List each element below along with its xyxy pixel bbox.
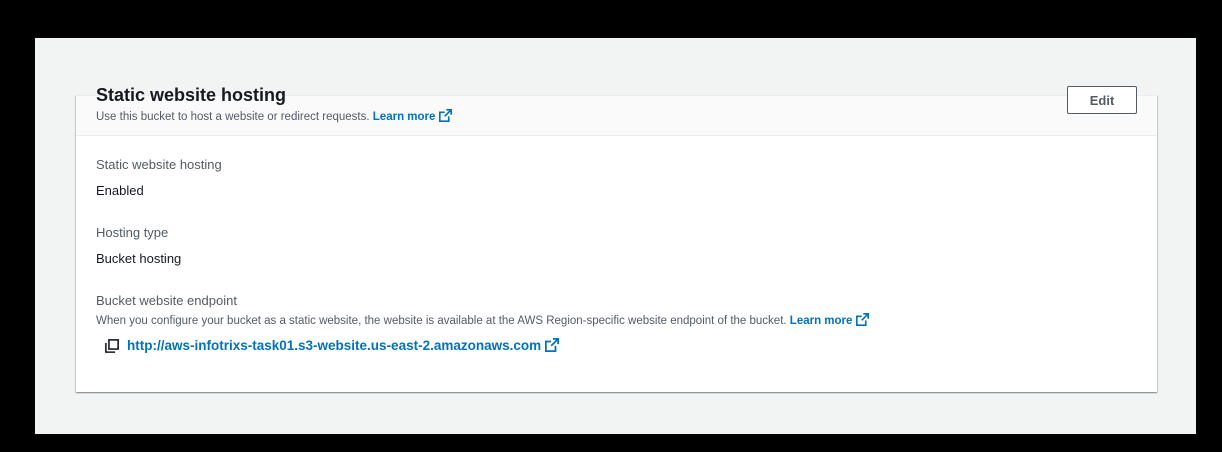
- copy-icon[interactable]: [105, 338, 119, 353]
- panel-header-content: Static website hosting Use this bucket t…: [76, 85, 1157, 136]
- field-value-hosting-type: Bucket hosting: [96, 251, 182, 266]
- endpoint-url-link[interactable]: http://aws-infotrixs-task01.s3-website.u…: [127, 338, 560, 353]
- panel-title: Static website hosting: [96, 85, 287, 105]
- learn-more-link[interactable]: Learn more: [372, 109, 453, 123]
- panel-description: Use this bucket to host a website or red…: [96, 109, 453, 125]
- endpoint-row: http://aws-infotrixs-task01.s3-website.u…: [96, 338, 869, 353]
- endpoint-description-text: When you configure your bucket as a stat…: [96, 315, 787, 327]
- static-website-hosting-panel: Static website hosting Use this bucket t…: [76, 85, 1157, 392]
- external-link-icon: [439, 109, 453, 122]
- field-bucket-website-endpoint: Bucket website endpoint When you configu…: [96, 292, 870, 353]
- endpoint-learn-more-label: Learn more: [789, 315, 853, 327]
- field-label-static-website-hosting: Static website hosting: [96, 157, 222, 172]
- field-label-bucket-website-endpoint: Bucket website endpoint: [96, 293, 237, 308]
- panel-description-text: Use this bucket to host a website or red…: [96, 111, 370, 123]
- field-description-bucket-website-endpoint: When you configure your bucket as a stat…: [96, 313, 870, 329]
- field-value-static-website-hosting: Enabled: [96, 183, 144, 198]
- external-link-icon: [856, 313, 870, 326]
- external-link-icon: [545, 338, 560, 352]
- field-static-website-hosting: Static website hosting Enabled: [96, 156, 222, 200]
- field-hosting-type: Hosting type Bucket hosting: [96, 224, 181, 268]
- field-label-hosting-type: Hosting type: [96, 225, 169, 240]
- learn-more-label: Learn more: [372, 111, 436, 123]
- endpoint-learn-more-link[interactable]: Learn more: [789, 313, 870, 327]
- endpoint-url-label: http://aws-infotrixs-task01.s3-website.u…: [127, 338, 542, 353]
- edit-button[interactable]: Edit: [1067, 86, 1137, 114]
